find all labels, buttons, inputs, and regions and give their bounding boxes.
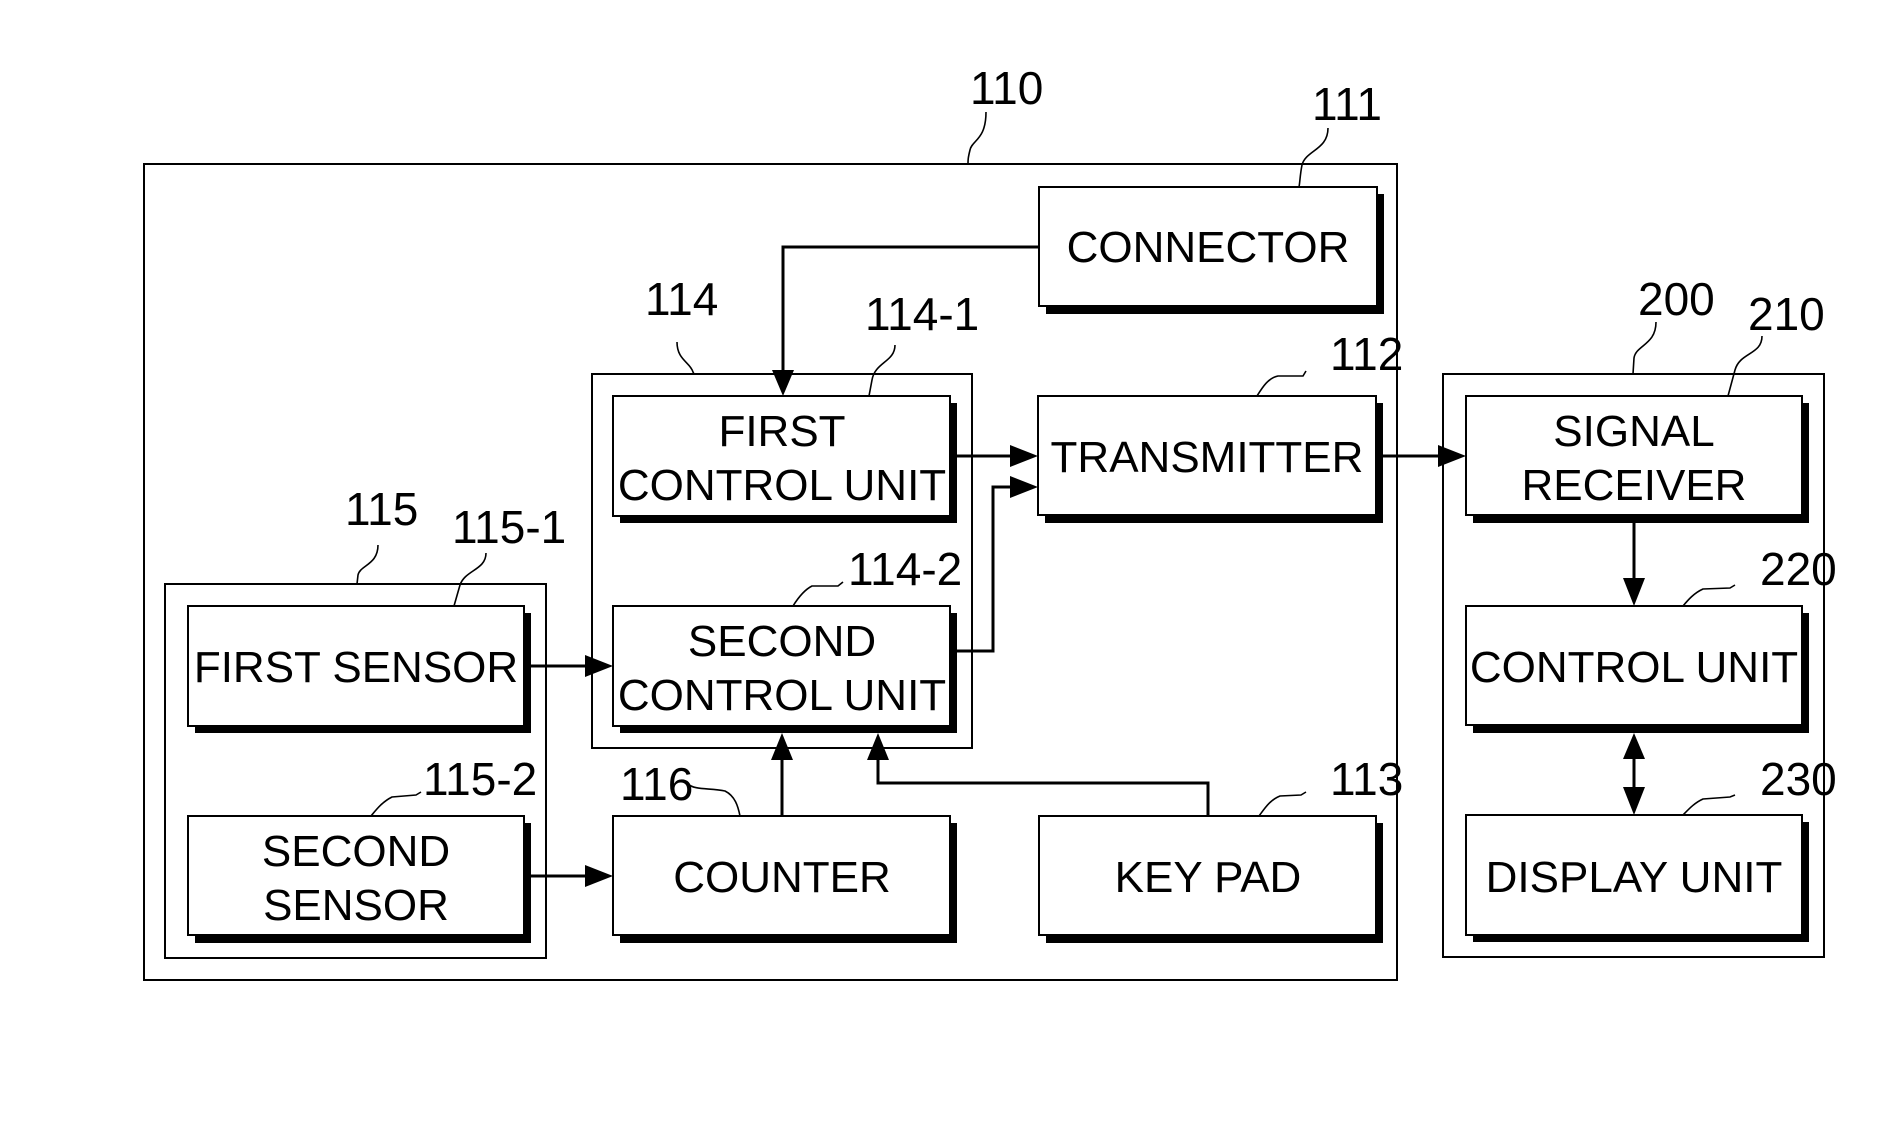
first-control-unit-label-line2: CONTROL UNIT (618, 461, 946, 510)
second-control-to-transmitter-arrow (957, 476, 1038, 653)
leader-115 (356, 544, 379, 585)
leader-114-1 (868, 344, 896, 397)
display-unit-block: DISPLAY UNIT (1465, 814, 1809, 942)
leader-110 (967, 111, 987, 165)
control-unit-display-unit-bidirectional-arrow (1623, 733, 1645, 815)
connector-label: CONNECTOR (1067, 223, 1350, 272)
leader-112 (1256, 370, 1307, 397)
second-sensor-label-line1: SECOND (262, 827, 450, 876)
transmitter-label: TRANSMITTER (1051, 433, 1364, 482)
ref-115-1: 115-1 (452, 501, 566, 553)
ref-112: 112 (1330, 328, 1403, 380)
leader-115-1 (453, 552, 487, 607)
signal-receiver-label-line2: RECEIVER (1522, 461, 1747, 510)
second-control-unit-block: SECOND CONTROL UNIT (612, 605, 957, 733)
second-sensor-block: SECOND SENSOR (187, 815, 531, 943)
ref-113: 113 (1330, 753, 1403, 805)
second-control-unit-label-line2: CONTROL UNIT (618, 671, 946, 720)
key-pad-block: KEY PAD (1038, 815, 1383, 943)
ref-210: 210 (1748, 288, 1825, 340)
leader-116 (687, 783, 741, 817)
control-unit-label: CONTROL UNIT (1470, 643, 1798, 692)
ref-110: 110 (970, 62, 1043, 114)
leader-220 (1682, 584, 1736, 607)
second-sensor-to-counter-arrow (531, 865, 613, 887)
control-unit-block: CONTROL UNIT (1465, 605, 1809, 733)
ref-115: 115 (345, 483, 418, 535)
leader-113 (1258, 791, 1307, 817)
leader-115-2 (370, 791, 422, 817)
first-control-unit-label-line1: FIRST (718, 407, 845, 456)
second-sensor-label-line2: SENSOR (263, 881, 449, 930)
counter-to-second-control-arrow (771, 733, 793, 816)
transmitter-to-signal-receiver-arrow (1383, 445, 1466, 467)
leader-210 (1727, 335, 1763, 397)
first-sensor-block: FIRST SENSOR (187, 605, 531, 733)
counter-label: COUNTER (673, 853, 891, 902)
leader-114 (676, 341, 695, 375)
ref-114-1: 114-1 (865, 288, 979, 340)
key-pad-label: KEY PAD (1115, 853, 1302, 902)
leader-200 (1632, 321, 1657, 375)
signal-receiver-to-control-unit-arrow (1623, 523, 1645, 606)
first-control-to-transmitter-arrow (957, 445, 1038, 467)
first-sensor-to-second-control-arrow (531, 655, 613, 677)
connector-block: CONNECTOR (1038, 186, 1384, 314)
transmitter-block: TRANSMITTER (1037, 395, 1383, 523)
leader-230 (1682, 794, 1736, 816)
leader-111 (1298, 127, 1329, 188)
display-unit-label: DISPLAY UNIT (1486, 853, 1783, 902)
leader-114-2 (792, 581, 844, 607)
ref-200: 200 (1638, 273, 1715, 325)
second-control-unit-label-line1: SECOND (688, 617, 876, 666)
first-sensor-label: FIRST SENSOR (194, 643, 518, 692)
keypad-to-second-control-arrow (867, 733, 1210, 816)
ref-116: 116 (620, 758, 693, 810)
ref-111: 111 (1312, 78, 1382, 130)
counter-block: COUNTER (612, 815, 957, 943)
ref-220: 220 (1760, 543, 1837, 595)
signal-receiver-label-line1: SIGNAL (1553, 407, 1714, 456)
ref-114: 114 (645, 273, 718, 325)
signal-receiver-block: SIGNAL RECEIVER (1465, 395, 1809, 523)
ref-230: 230 (1760, 753, 1837, 805)
ref-115-2: 115-2 (423, 753, 537, 805)
ref-114-2: 114-2 (848, 543, 962, 595)
block-diagram: CONNECTOR TRANSMITTER FIRST CONTROL UNIT… (143, 62, 1837, 981)
first-control-unit-block: FIRST CONTROL UNIT (612, 395, 957, 523)
